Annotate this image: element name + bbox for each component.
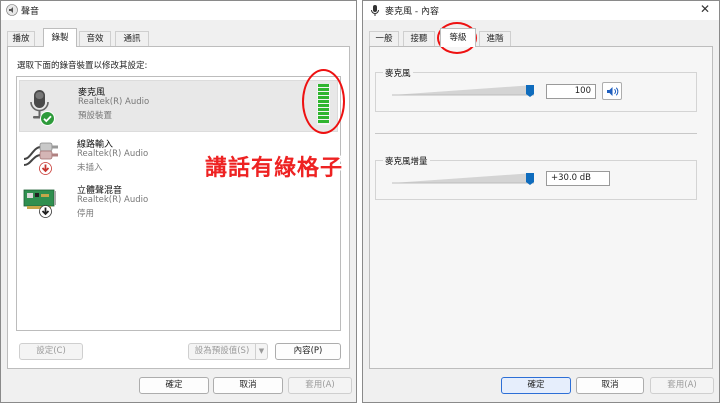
- microphone-boost-value: +30.0 dB: [546, 171, 610, 186]
- window-title: 聲音: [21, 7, 40, 17]
- tab-levels[interactable]: 等級: [440, 28, 476, 47]
- close-icon[interactable]: ✕: [700, 2, 710, 16]
- speaker-volume-icon: [606, 86, 619, 100]
- tab-communications[interactable]: 通訊: [115, 31, 149, 46]
- tab-general[interactable]: 一般: [369, 31, 399, 46]
- set-default-button[interactable]: 設為預設值(S): [188, 343, 256, 360]
- window-title: 麥克風 - 內容: [385, 7, 439, 17]
- speaker-icon: [6, 4, 18, 19]
- properties-titlebar[interactable]: 麥克風 - 內容 ✕: [363, 1, 719, 20]
- microphone-icon: [370, 4, 380, 20]
- chevron-down-icon: ▼: [258, 347, 265, 355]
- annotation-circle-level-meter: [302, 69, 345, 134]
- apply-button[interactable]: 套用(A): [288, 377, 352, 394]
- device-driver: Realtek(R) Audio: [77, 149, 149, 159]
- annotation-text: 講話有綠格子: [205, 156, 344, 181]
- cancel-button[interactable]: 取消: [576, 377, 644, 394]
- configure-button[interactable]: 設定(C): [19, 343, 83, 360]
- microphone-value[interactable]: 100: [546, 84, 596, 99]
- set-default-dropdown[interactable]: ▼: [256, 343, 268, 360]
- sound-dialog-titlebar[interactable]: 聲音: [1, 1, 356, 20]
- microphone-properties-dialog: 麥克風 - 內容 ✕ 一般 接聽 等級 進階 麥克風 100 麥克風增量 +30…: [362, 0, 720, 403]
- tab-sounds[interactable]: 音效: [79, 31, 111, 46]
- microphone-boost-slider[interactable]: [392, 171, 540, 185]
- recording-page: 選取下面的錄音裝置以修改其設定: 麥克風 Realtek(R) Audio 預設…: [7, 46, 350, 369]
- device-row-stereo-mix[interactable]: 立體聲混音 Realtek(R) Audio 停用: [19, 181, 338, 227]
- device-status: 停用: [77, 209, 95, 219]
- microphone-boost-group-label: 麥克風增量: [383, 155, 430, 167]
- device-status: 未插入: [77, 163, 103, 173]
- ok-button[interactable]: 確定: [139, 377, 209, 394]
- device-list: 麥克風 Realtek(R) Audio 預設裝置 線路輸入 Realtek(R…: [16, 76, 341, 331]
- mute-button[interactable]: [602, 82, 622, 100]
- down-arrow-icon: [39, 205, 52, 221]
- down-arrow-icon: [39, 162, 52, 178]
- levels-page: 麥克風 100 麥克風增量 +30.0 dB: [369, 46, 713, 369]
- check-icon: [40, 111, 55, 129]
- cancel-button[interactable]: 取消: [213, 377, 283, 394]
- microphone-slider[interactable]: [392, 83, 540, 97]
- instruction-text: 選取下面的錄音裝置以修改其設定:: [17, 61, 148, 71]
- device-row-microphone[interactable]: 麥克風 Realtek(R) Audio 預設裝置: [19, 80, 338, 132]
- divider: [375, 133, 697, 134]
- tab-listen[interactable]: 接聽: [403, 31, 435, 46]
- tab-recording[interactable]: 錄製: [43, 28, 77, 47]
- tab-advanced[interactable]: 進階: [479, 31, 511, 46]
- device-status: 預設裝置: [78, 111, 113, 121]
- ok-button[interactable]: 確定: [501, 377, 571, 394]
- properties-button[interactable]: 內容(P): [275, 343, 341, 360]
- device-driver: Realtek(R) Audio: [78, 97, 150, 107]
- apply-button[interactable]: 套用(A): [650, 377, 714, 394]
- microphone-group-label: 麥克風: [383, 67, 413, 79]
- device-driver: Realtek(R) Audio: [77, 195, 149, 205]
- sound-dialog: 聲音 播放 錄製 音效 通訊 選取下面的錄音裝置以修改其設定: 麥克風 Real…: [0, 0, 357, 403]
- tab-playback[interactable]: 播放: [7, 31, 35, 46]
